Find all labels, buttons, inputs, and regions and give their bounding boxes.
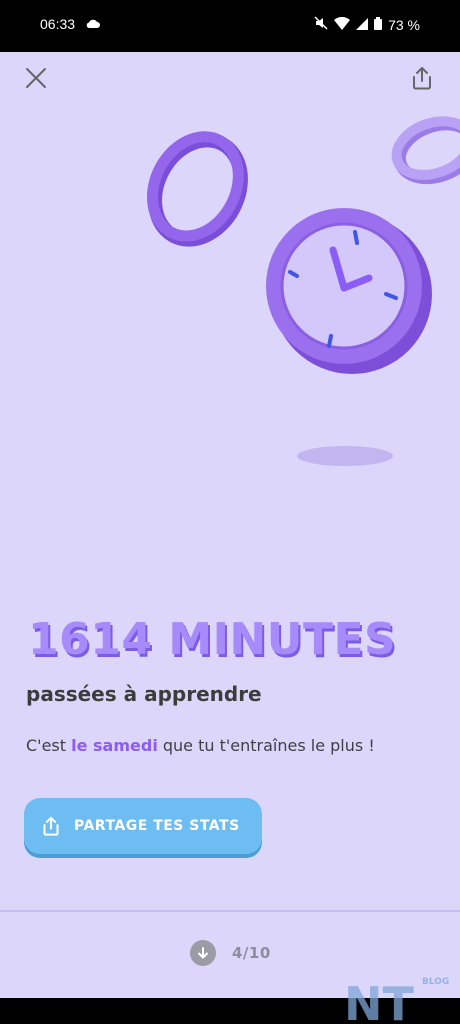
share-stats-button[interactable]: PARTAGE TES STATS (24, 798, 262, 854)
page-indicator: 4/10 (232, 944, 271, 962)
stat-description: C'est le samedi que tu t'entraînes le pl… (26, 736, 375, 755)
share-top-button[interactable] (406, 62, 438, 94)
stat-subtitle: passées à apprendre (26, 682, 262, 706)
share-stats-label: PARTAGE TES STATS (74, 818, 240, 834)
status-right: 73 % (314, 16, 420, 33)
clock-shadow (297, 446, 393, 466)
battery-icon (374, 16, 383, 33)
ring-left (146, 131, 248, 247)
close-icon (26, 68, 46, 88)
status-bar: 06:33 73 % (0, 0, 460, 52)
next-button[interactable] (190, 940, 216, 966)
share-icon (43, 816, 59, 836)
cloud-icon (85, 16, 101, 32)
status-left: 06:33 (40, 16, 101, 32)
stat-headline: 1614 MINUTES (28, 614, 397, 665)
divider (0, 910, 460, 912)
close-button[interactable] (20, 62, 52, 94)
arrow-down-icon (198, 947, 208, 959)
signal-icon (356, 17, 369, 33)
mute-icon (314, 16, 328, 33)
status-time: 06:33 (40, 16, 76, 32)
desc-highlight: le samedi (71, 736, 158, 755)
watermark-logo: NT BLOG (344, 977, 449, 1024)
watermark-sub: BLOG (422, 977, 449, 987)
watermark-text: NT (344, 977, 414, 1024)
battery-percent: 73 % (388, 16, 420, 33)
clock (266, 208, 432, 374)
clock-illustration (146, 116, 460, 466)
ring-right (391, 116, 460, 185)
desc-before: C'est (26, 736, 72, 755)
share-icon (413, 67, 431, 90)
desc-after: que tu t'entraînes le plus ! (157, 736, 375, 755)
wifi-icon (334, 16, 351, 33)
pager: 4/10 (190, 940, 271, 966)
